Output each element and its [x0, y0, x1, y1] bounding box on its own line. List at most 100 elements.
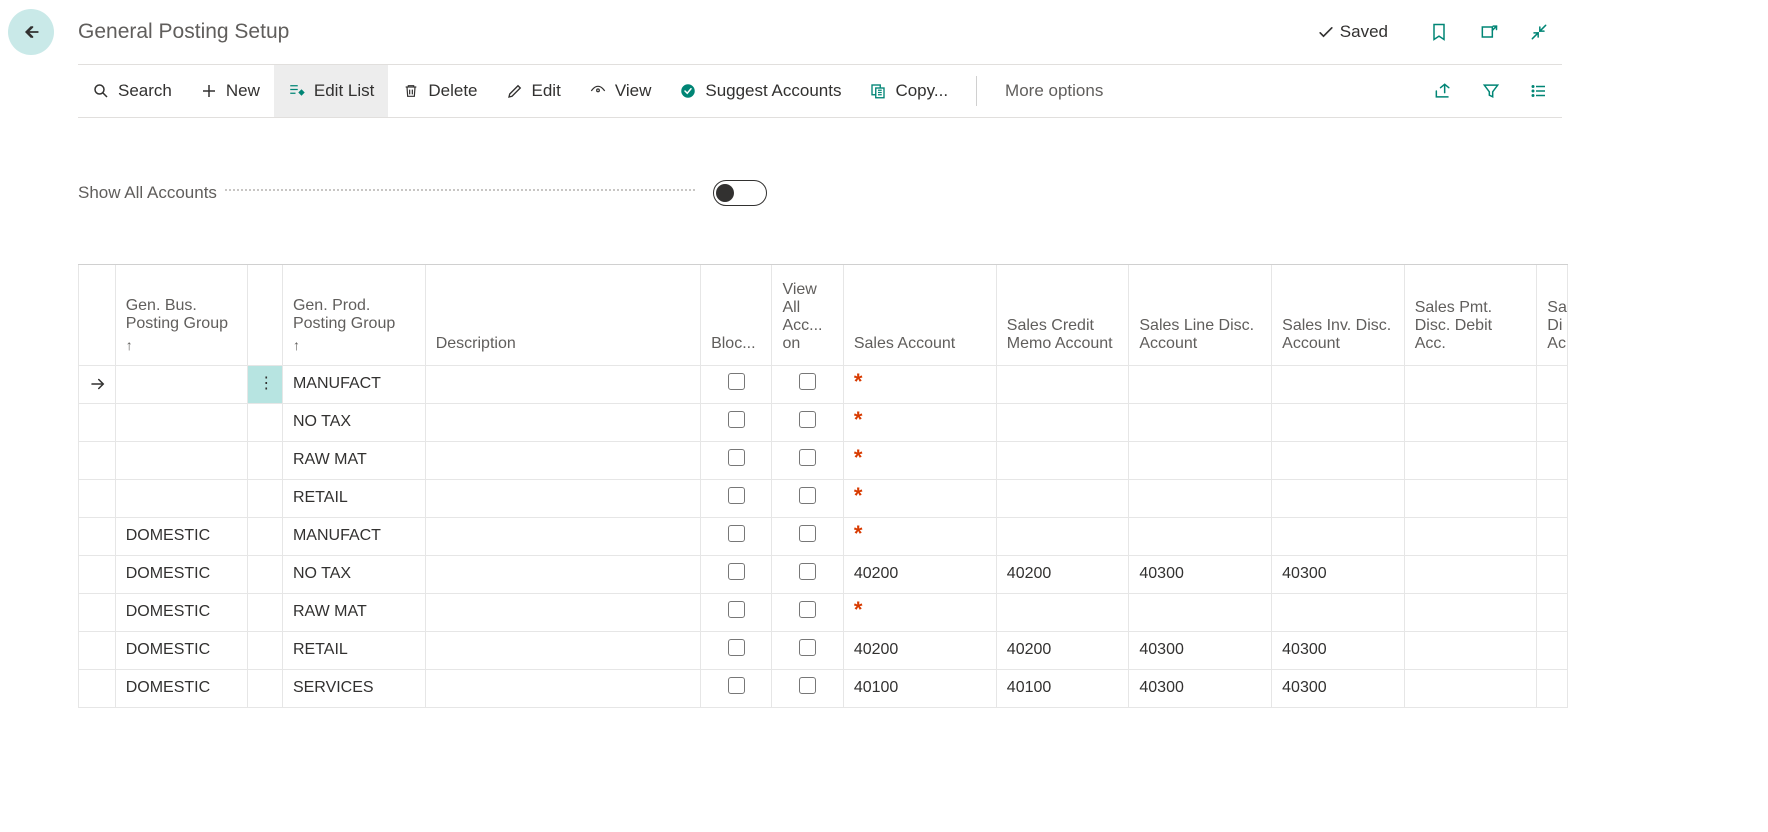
cell-description[interactable] — [425, 593, 700, 631]
cell-sales-credit-memo[interactable]: 40200 — [996, 631, 1129, 669]
cell-blocked[interactable] — [701, 669, 772, 707]
cell-sales-inv-disc[interactable]: 40300 — [1272, 631, 1405, 669]
share-button[interactable] — [1432, 80, 1454, 102]
cell-blocked[interactable] — [701, 631, 772, 669]
delete-button[interactable]: Delete — [388, 65, 491, 117]
cell-sales-inv-disc[interactable] — [1272, 593, 1405, 631]
col-sales-inv-disc[interactable]: Sales Inv. Disc. Account — [1272, 265, 1405, 365]
cell-blocked[interactable] — [701, 593, 772, 631]
row-selector-cell[interactable] — [79, 365, 116, 403]
cell-blocked[interactable] — [701, 365, 772, 403]
suggest-accounts-button[interactable]: Suggest Accounts — [665, 65, 855, 117]
cell-view-all-acc[interactable] — [772, 517, 843, 555]
cell-sales-inv-disc[interactable]: 40300 — [1272, 555, 1405, 593]
row-selector-cell[interactable] — [79, 479, 116, 517]
cell-view-all-acc[interactable] — [772, 441, 843, 479]
cell-gen-bus-posting-group[interactable] — [115, 479, 248, 517]
cell-sales-account[interactable]: 40200 — [843, 555, 996, 593]
col-overflow[interactable]: Sa Di Ac — [1537, 265, 1568, 365]
cell-gen-prod-posting-group[interactable]: NO TAX — [282, 555, 425, 593]
cell-view-all-acc[interactable] — [772, 631, 843, 669]
cell-view-all-acc[interactable] — [772, 403, 843, 441]
more-options-button[interactable]: More options — [991, 81, 1117, 101]
cell-sales-line-disc[interactable]: 40300 — [1129, 555, 1272, 593]
table-row[interactable]: RAW MAT * — [79, 441, 1568, 479]
cell-blocked[interactable] — [701, 479, 772, 517]
cell-gen-bus-posting-group[interactable]: DOMESTIC — [115, 555, 248, 593]
bookmark-button[interactable] — [1428, 21, 1450, 43]
col-sales-credit-memo[interactable]: Sales Credit Memo Account — [996, 265, 1129, 365]
cell-sales-credit-memo[interactable]: 40200 — [996, 555, 1129, 593]
cell-sales-credit-memo[interactable] — [996, 403, 1129, 441]
cell-sales-account[interactable]: * — [843, 479, 996, 517]
cell-blocked[interactable] — [701, 441, 772, 479]
cell-sales-credit-memo[interactable]: 40100 — [996, 669, 1129, 707]
cell-sales-account[interactable]: * — [843, 441, 996, 479]
row-menu-button[interactable] — [248, 593, 283, 631]
cell-description[interactable] — [425, 555, 700, 593]
row-menu-button[interactable] — [248, 479, 283, 517]
cell-overflow[interactable] — [1537, 441, 1568, 479]
edit-button[interactable]: Edit — [492, 65, 575, 117]
cell-sales-pmt-disc[interactable] — [1404, 479, 1537, 517]
row-menu-button[interactable] — [248, 403, 283, 441]
cell-gen-bus-posting-group[interactable]: DOMESTIC — [115, 593, 248, 631]
cell-sales-pmt-disc[interactable] — [1404, 555, 1537, 593]
row-selector-cell[interactable] — [79, 517, 116, 555]
cell-sales-inv-disc[interactable] — [1272, 441, 1405, 479]
cell-sales-inv-disc[interactable] — [1272, 403, 1405, 441]
cell-blocked[interactable] — [701, 403, 772, 441]
cell-sales-account[interactable]: * — [843, 365, 996, 403]
cell-sales-account[interactable]: * — [843, 593, 996, 631]
cell-gen-prod-posting-group[interactable]: SERVICES — [282, 669, 425, 707]
cell-description[interactable] — [425, 441, 700, 479]
cell-blocked[interactable] — [701, 517, 772, 555]
col-sales-pmt-disc[interactable]: Sales Pmt. Disc. Debit Acc. — [1404, 265, 1537, 365]
cell-sales-account[interactable]: * — [843, 517, 996, 555]
filter-button[interactable] — [1480, 80, 1502, 102]
row-selector-cell[interactable] — [79, 631, 116, 669]
cell-sales-pmt-disc[interactable] — [1404, 365, 1537, 403]
copy-button[interactable]: Copy... — [855, 65, 962, 117]
cell-overflow[interactable] — [1537, 631, 1568, 669]
cell-overflow[interactable] — [1537, 479, 1568, 517]
search-button[interactable]: Search — [78, 65, 186, 117]
col-blocked[interactable]: Bloc... — [701, 265, 772, 365]
row-menu-button[interactable]: ⋮ — [248, 365, 283, 403]
view-button[interactable]: View — [575, 65, 666, 117]
cell-overflow[interactable] — [1537, 555, 1568, 593]
cell-sales-credit-memo[interactable] — [996, 479, 1129, 517]
cell-blocked[interactable] — [701, 555, 772, 593]
cell-gen-bus-posting-group[interactable] — [115, 441, 248, 479]
collapse-button[interactable] — [1528, 21, 1550, 43]
cell-sales-line-disc[interactable] — [1129, 365, 1272, 403]
cell-description[interactable] — [425, 365, 700, 403]
cell-sales-credit-memo[interactable] — [996, 365, 1129, 403]
cell-sales-line-disc[interactable] — [1129, 441, 1272, 479]
cell-gen-prod-posting-group[interactable]: RAW MAT — [282, 441, 425, 479]
row-menu-button[interactable] — [248, 441, 283, 479]
cell-sales-inv-disc[interactable] — [1272, 365, 1405, 403]
row-selector-cell[interactable] — [79, 555, 116, 593]
cell-overflow[interactable] — [1537, 403, 1568, 441]
cell-sales-pmt-disc[interactable] — [1404, 593, 1537, 631]
cell-description[interactable] — [425, 631, 700, 669]
table-row[interactable]: NO TAX* — [79, 403, 1568, 441]
cell-overflow[interactable] — [1537, 593, 1568, 631]
col-sales-line-disc[interactable]: Sales Line Disc. Account — [1129, 265, 1272, 365]
cell-gen-bus-posting-group[interactable] — [115, 403, 248, 441]
row-menu-button[interactable] — [248, 517, 283, 555]
cell-sales-account[interactable]: * — [843, 403, 996, 441]
row-menu-button[interactable] — [248, 555, 283, 593]
table-row[interactable]: RETAIL* — [79, 479, 1568, 517]
table-row[interactable]: ⋮MANUFACT* — [79, 365, 1568, 403]
cell-sales-credit-memo[interactable] — [996, 593, 1129, 631]
cell-sales-pmt-disc[interactable] — [1404, 441, 1537, 479]
cell-gen-prod-posting-group[interactable]: RETAIL — [282, 631, 425, 669]
cell-sales-inv-disc[interactable]: 40300 — [1272, 669, 1405, 707]
cell-view-all-acc[interactable] — [772, 365, 843, 403]
cell-view-all-acc[interactable] — [772, 669, 843, 707]
cell-sales-account[interactable]: 40100 — [843, 669, 996, 707]
cell-sales-line-disc[interactable] — [1129, 403, 1272, 441]
cell-overflow[interactable] — [1537, 517, 1568, 555]
